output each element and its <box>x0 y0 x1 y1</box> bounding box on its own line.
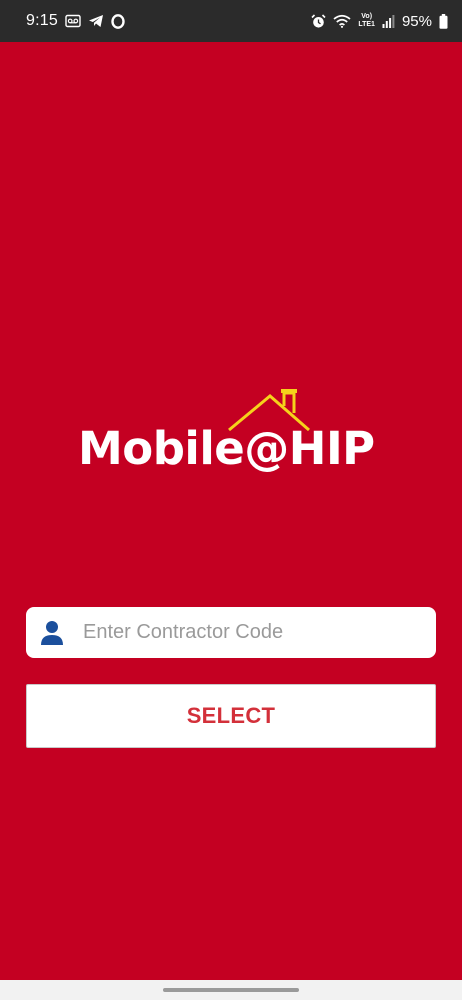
battery-percent: 95% <box>401 12 432 30</box>
contractor-code-field[interactable] <box>26 607 436 658</box>
select-button[interactable]: SELECT <box>26 684 436 748</box>
signal-icon <box>382 14 395 28</box>
lte-label: LTE1 <box>358 21 375 28</box>
status-bar-left: 9:15 <box>26 12 125 30</box>
logo-text: Mobile@HIP <box>78 422 375 475</box>
voicemail-icon <box>65 14 81 28</box>
navigation-bar <box>0 980 462 1000</box>
volte-label: Vo) <box>361 13 373 20</box>
user-icon <box>40 620 64 646</box>
wifi-icon <box>333 14 351 28</box>
telegram-icon <box>88 14 104 28</box>
volte-icon: Vo) LTE1 <box>358 13 375 29</box>
contractor-login-screen: Mobile@HIP SELECT <box>0 42 462 980</box>
contractor-code-input[interactable] <box>83 621 403 644</box>
alarm-icon <box>311 13 326 29</box>
status-bar: 9:15 Vo) LTE1 95% <box>0 0 462 42</box>
status-bar-right: Vo) LTE1 95% <box>311 13 448 30</box>
home-indicator[interactable] <box>163 988 299 992</box>
status-time: 9:15 <box>26 12 58 29</box>
app-logo: Mobile@HIP <box>78 382 388 482</box>
opera-icon <box>111 13 125 29</box>
battery-icon <box>439 13 448 29</box>
